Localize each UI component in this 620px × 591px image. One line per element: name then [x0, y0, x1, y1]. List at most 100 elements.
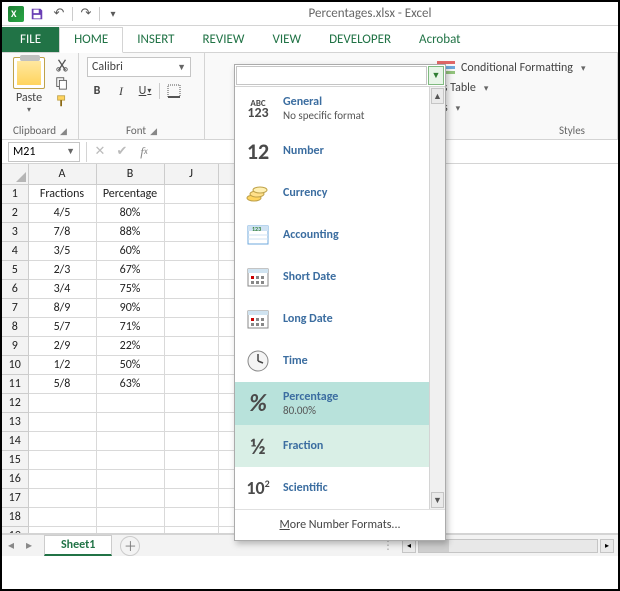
cell-A18[interactable] — [28, 507, 96, 526]
cell-B8[interactable]: 71% — [96, 317, 164, 336]
tab-view[interactable]: VIEW — [258, 28, 315, 52]
column-header-B[interactable]: B — [96, 164, 164, 184]
cut-button[interactable] — [54, 57, 70, 73]
cancel-formula-button[interactable]: ✕ — [89, 141, 111, 163]
cell-J11[interactable] — [164, 374, 218, 393]
row-header-7[interactable]: 7 — [2, 298, 28, 317]
tab-home[interactable]: HOME — [59, 27, 123, 53]
conditional-formatting-button[interactable]: Conditional Formatting▾ — [433, 59, 609, 77]
tab-insert[interactable]: INSERT — [123, 28, 188, 52]
save-button[interactable] — [28, 5, 46, 23]
more-number-formats-link[interactable]: More Number Formats... — [235, 509, 445, 540]
column-header-J[interactable]: J — [164, 164, 218, 184]
cell-J13[interactable] — [164, 412, 218, 431]
cell-J12[interactable] — [164, 393, 218, 412]
cell-A11[interactable]: 5/8 — [28, 374, 96, 393]
cell-A9[interactable]: 2/9 — [28, 336, 96, 355]
scroll-down-button[interactable]: ▼ — [431, 492, 444, 508]
row-header-10[interactable]: 10 — [2, 355, 28, 374]
row-header-19[interactable]: 19 — [2, 526, 28, 534]
hscroll-right[interactable]: ▸ — [600, 539, 614, 553]
cell-B4[interactable]: 60% — [96, 241, 164, 260]
number-format-item-short-date[interactable]: Short Date — [235, 256, 445, 298]
scroll-up-button[interactable]: ▲ — [431, 88, 444, 104]
row-header-14[interactable]: 14 — [2, 431, 28, 450]
cell-A1[interactable]: Fractions — [28, 184, 96, 203]
number-format-item-long-date[interactable]: Long Date — [235, 298, 445, 340]
cell-A3[interactable]: 7/8 — [28, 222, 96, 241]
cell-B10[interactable]: 50% — [96, 355, 164, 374]
qat-customize-button[interactable]: ▾ — [104, 5, 122, 23]
cell-B5[interactable]: 67% — [96, 260, 164, 279]
undo-button[interactable]: ↶ — [50, 5, 68, 23]
cell-B1[interactable]: Percentage — [96, 184, 164, 203]
cell-B6[interactable]: 75% — [96, 279, 164, 298]
tab-developer[interactable]: DEVELOPER — [315, 28, 405, 52]
cell-J7[interactable] — [164, 298, 218, 317]
tab-file[interactable]: FILE — [2, 27, 59, 52]
row-header-18[interactable]: 18 — [2, 507, 28, 526]
cell-styles-button[interactable]: es▾ — [433, 99, 609, 117]
cell-A13[interactable] — [28, 412, 96, 431]
format-as-table-button[interactable]: as Table▾ — [433, 79, 609, 97]
cell-J16[interactable] — [164, 469, 218, 488]
number-format-combo[interactable] — [236, 66, 427, 85]
cell-B19[interactable] — [96, 526, 164, 534]
cell-A5[interactable]: 2/3 — [28, 260, 96, 279]
name-box[interactable]: M21 ▼ — [8, 142, 80, 162]
underline-button[interactable]: U▾ — [135, 81, 155, 101]
cell-B9[interactable]: 22% — [96, 336, 164, 355]
sheet-nav-prev[interactable]: ◂ — [2, 537, 20, 555]
row-header-13[interactable]: 13 — [2, 412, 28, 431]
row-header-16[interactable]: 16 — [2, 469, 28, 488]
cell-J10[interactable] — [164, 355, 218, 374]
paste-button[interactable]: Paste ▾ — [10, 57, 48, 115]
font-dialog-launcher[interactable]: ◢ — [150, 126, 157, 137]
number-format-item-currency[interactable]: Currency — [235, 172, 445, 214]
number-format-item-fraction[interactable]: ½Fraction — [235, 425, 445, 467]
row-header-6[interactable]: 6 — [2, 279, 28, 298]
cell-A2[interactable]: 4/5 — [28, 203, 96, 222]
cell-B17[interactable] — [96, 488, 164, 507]
cell-A10[interactable]: 1/2 — [28, 355, 96, 374]
number-format-dropdown-arrow[interactable]: ▼ — [428, 66, 444, 85]
cell-A4[interactable]: 3/5 — [28, 241, 96, 260]
cell-A12[interactable] — [28, 393, 96, 412]
italic-button[interactable]: I — [111, 81, 131, 101]
cell-J6[interactable] — [164, 279, 218, 298]
cell-B7[interactable]: 90% — [96, 298, 164, 317]
cell-B16[interactable] — [96, 469, 164, 488]
row-header-17[interactable]: 17 — [2, 488, 28, 507]
cell-J2[interactable] — [164, 203, 218, 222]
row-header-1[interactable]: 1 — [2, 184, 28, 203]
cell-A14[interactable] — [28, 431, 96, 450]
row-header-4[interactable]: 4 — [2, 241, 28, 260]
sheet-nav-next[interactable]: ▸ — [20, 537, 38, 555]
cell-B11[interactable]: 63% — [96, 374, 164, 393]
clipboard-dialog-launcher[interactable]: ◢ — [60, 126, 67, 137]
row-header-12[interactable]: 12 — [2, 393, 28, 412]
cell-J19[interactable] — [164, 526, 218, 534]
tab-review[interactable]: REVIEW — [189, 28, 259, 52]
row-header-9[interactable]: 9 — [2, 336, 28, 355]
number-format-item-percentage[interactable]: %Percentage80.00% — [235, 382, 445, 425]
cell-B12[interactable] — [96, 393, 164, 412]
cell-J14[interactable] — [164, 431, 218, 450]
cell-J17[interactable] — [164, 488, 218, 507]
new-sheet-button[interactable]: ＋ — [120, 536, 140, 556]
cell-A19[interactable] — [28, 526, 96, 534]
cell-J9[interactable] — [164, 336, 218, 355]
row-header-5[interactable]: 5 — [2, 260, 28, 279]
cell-B18[interactable] — [96, 507, 164, 526]
dropdown-scrollbar[interactable]: ▲ ▼ — [429, 87, 445, 509]
number-format-item-general[interactable]: ABC123GeneralNo specific format — [235, 87, 445, 130]
row-header-8[interactable]: 8 — [2, 317, 28, 336]
number-format-item-scientific[interactable]: 102Scientific — [235, 467, 445, 509]
cell-J18[interactable] — [164, 507, 218, 526]
cell-A7[interactable]: 8/9 — [28, 298, 96, 317]
cell-J1[interactable] — [164, 184, 218, 203]
format-painter-button[interactable] — [54, 93, 70, 109]
row-header-11[interactable]: 11 — [2, 374, 28, 393]
cell-B3[interactable]: 88% — [96, 222, 164, 241]
cell-B13[interactable] — [96, 412, 164, 431]
